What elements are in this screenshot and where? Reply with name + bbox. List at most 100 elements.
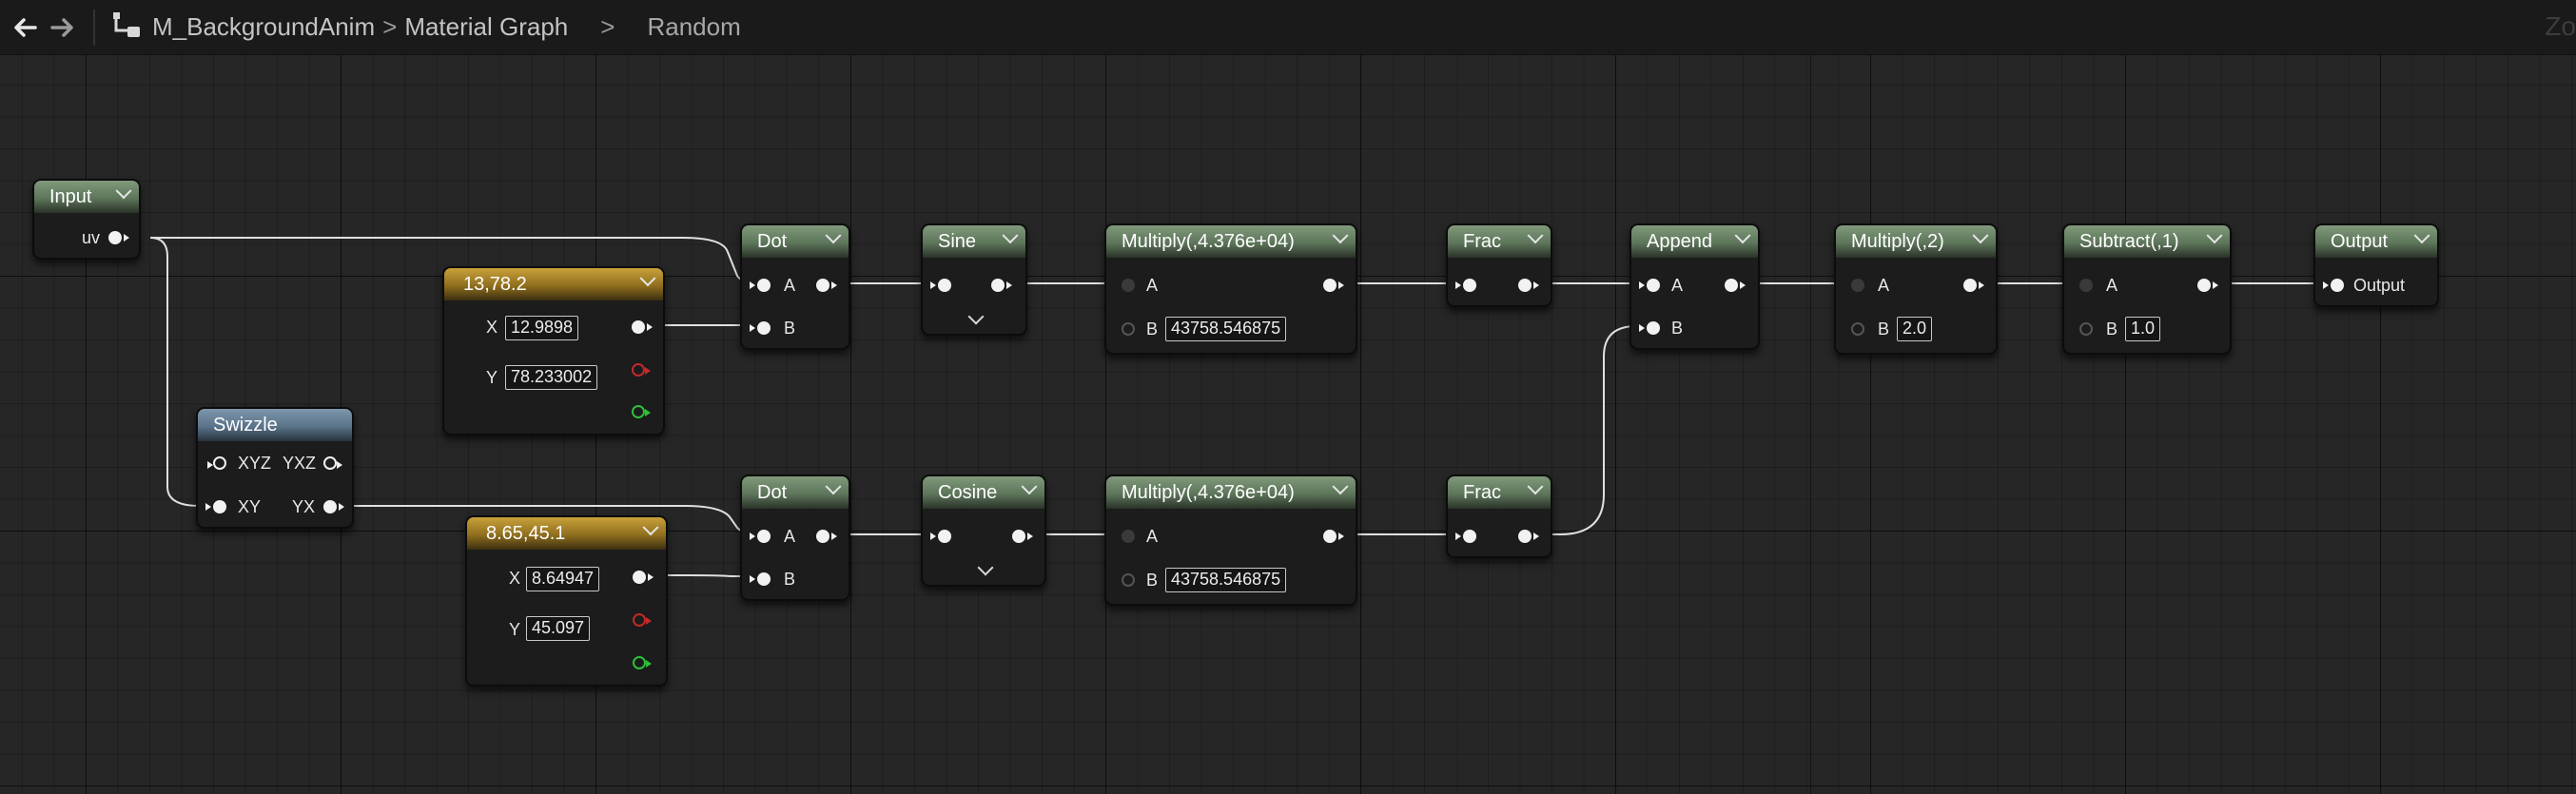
node-header[interactable]: Append bbox=[1631, 225, 1758, 258]
input-pin-b[interactable] bbox=[750, 572, 771, 586]
b-value-field[interactable]: 2.0 bbox=[1897, 317, 1933, 341]
expand-chevron-icon[interactable] bbox=[977, 559, 994, 576]
b-value-field[interactable]: 1.0 bbox=[2125, 317, 2161, 341]
input-pin-a[interactable] bbox=[1851, 279, 1864, 292]
chevron-down-icon[interactable] bbox=[825, 478, 842, 495]
constant2vector-node[interactable]: 8.65,45.1 X 8.64947 Y 45.097 bbox=[465, 515, 668, 687]
chevron-down-icon[interactable] bbox=[1332, 227, 1349, 244]
chevron-down-icon[interactable] bbox=[639, 270, 656, 287]
constant2vector-node[interactable]: 13,78.2 X 12.9898 Y 78.233002 bbox=[442, 266, 665, 436]
input-pin[interactable] bbox=[205, 500, 226, 513]
multiply-node[interactable]: Multiply(,4.376e+04) A B 43758.546875 bbox=[1104, 223, 1357, 355]
input-pin-a[interactable] bbox=[2079, 279, 2093, 292]
output-pin[interactable] bbox=[633, 571, 654, 584]
input-pin-b[interactable] bbox=[1639, 321, 1660, 335]
output-pin[interactable] bbox=[323, 456, 342, 470]
output-node[interactable]: Output Output bbox=[2313, 223, 2439, 307]
node-header[interactable]: Multiply(,2) bbox=[1836, 225, 1996, 258]
chevron-down-icon[interactable] bbox=[1734, 227, 1751, 244]
chevron-down-icon[interactable] bbox=[1002, 227, 1019, 244]
y-value-field[interactable]: 78.233002 bbox=[505, 365, 598, 390]
output-pin[interactable] bbox=[2197, 279, 2218, 292]
node-header[interactable]: Subtract(,1) bbox=[2064, 225, 2230, 258]
input-pin-a[interactable] bbox=[1122, 279, 1135, 292]
subtract-node[interactable]: Subtract(,1) A B 1.0 bbox=[2062, 223, 2232, 355]
append-node[interactable]: Append A B bbox=[1630, 223, 1760, 350]
input-node[interactable]: Input uv bbox=[32, 179, 141, 260]
node-header[interactable]: Sine bbox=[923, 225, 1025, 258]
output-pin[interactable] bbox=[1323, 530, 1344, 543]
forward-button[interactable] bbox=[44, 0, 82, 55]
output-pin[interactable] bbox=[1725, 279, 1746, 292]
multiply-node[interactable]: Multiply(,2) A B 2.0 bbox=[1834, 223, 1998, 355]
output-pin[interactable] bbox=[816, 279, 837, 292]
node-header[interactable]: Swizzle bbox=[198, 409, 352, 441]
node-header[interactable]: Frac bbox=[1448, 225, 1551, 258]
input-pin[interactable] bbox=[207, 456, 226, 470]
chevron-down-icon[interactable] bbox=[2206, 227, 2223, 244]
node-header[interactable]: 8.65,45.1 bbox=[467, 517, 666, 550]
output-pin-r[interactable] bbox=[632, 363, 651, 377]
node-header[interactable]: Output bbox=[2315, 225, 2437, 258]
input-pin-b[interactable] bbox=[2079, 322, 2093, 336]
node-header[interactable]: Multiply(,4.376e+04) bbox=[1106, 476, 1356, 509]
output-pin-g[interactable] bbox=[632, 405, 651, 418]
dot-node[interactable]: Dot A B bbox=[740, 474, 850, 601]
chevron-down-icon[interactable] bbox=[2413, 227, 2430, 244]
output-pin-r[interactable] bbox=[633, 613, 652, 627]
sine-node[interactable]: Sine bbox=[921, 223, 1027, 336]
chevron-down-icon[interactable] bbox=[642, 519, 659, 536]
input-pin[interactable] bbox=[1455, 530, 1476, 543]
chevron-down-icon[interactable] bbox=[1972, 227, 1989, 244]
expand-chevron-icon[interactable] bbox=[967, 308, 985, 325]
output-pin[interactable] bbox=[991, 279, 1012, 292]
input-pin[interactable] bbox=[2323, 279, 2344, 292]
output-pin[interactable] bbox=[1963, 279, 1984, 292]
input-pin-b[interactable] bbox=[1122, 322, 1135, 336]
output-pin[interactable] bbox=[1518, 530, 1539, 543]
cosine-node[interactable]: Cosine bbox=[921, 474, 1046, 587]
frac-node[interactable]: Frac bbox=[1446, 474, 1552, 558]
input-pin-a[interactable] bbox=[1122, 530, 1135, 543]
node-header[interactable]: Multiply(,4.376e+04) bbox=[1106, 225, 1356, 258]
y-value-field[interactable]: 45.097 bbox=[526, 616, 591, 641]
node-header[interactable]: Frac bbox=[1448, 476, 1551, 509]
b-value-field[interactable]: 43758.546875 bbox=[1165, 568, 1287, 592]
swizzle-node[interactable]: Swizzle XYZ YXZ XY YX bbox=[196, 407, 354, 529]
multiply-node[interactable]: Multiply(,4.376e+04) A B 43758.546875 bbox=[1104, 474, 1357, 606]
output-pin[interactable] bbox=[816, 530, 837, 543]
back-button[interactable] bbox=[6, 0, 44, 55]
input-pin-b[interactable] bbox=[750, 321, 771, 335]
chevron-down-icon[interactable] bbox=[115, 183, 132, 200]
output-pin[interactable] bbox=[1323, 279, 1344, 292]
output-pin[interactable] bbox=[1518, 279, 1539, 292]
input-pin-b[interactable] bbox=[1851, 322, 1864, 336]
dot-node[interactable]: Dot A B bbox=[740, 223, 850, 350]
node-header[interactable]: Dot bbox=[742, 225, 849, 258]
chevron-down-icon[interactable] bbox=[1021, 478, 1038, 495]
output-pin[interactable] bbox=[108, 231, 129, 244]
input-pin-a[interactable] bbox=[750, 279, 771, 292]
node-header[interactable]: Cosine bbox=[923, 476, 1044, 509]
output-pin-g[interactable] bbox=[633, 656, 652, 669]
output-pin[interactable] bbox=[323, 500, 344, 513]
chevron-down-icon[interactable] bbox=[1527, 478, 1544, 495]
node-header[interactable]: Dot bbox=[742, 476, 849, 509]
input-pin-a[interactable] bbox=[750, 530, 771, 543]
breadcrumb-graph[interactable]: Material Graph bbox=[404, 12, 568, 42]
chevron-down-icon[interactable] bbox=[1332, 478, 1349, 495]
input-pin-b[interactable] bbox=[1122, 573, 1135, 587]
chevron-down-icon[interactable] bbox=[825, 227, 842, 244]
input-pin[interactable] bbox=[930, 279, 951, 292]
frac-node[interactable]: Frac bbox=[1446, 223, 1552, 307]
breadcrumb-asset[interactable]: M_BackgroundAnim bbox=[152, 12, 375, 42]
input-pin[interactable] bbox=[930, 530, 951, 543]
output-pin[interactable] bbox=[1012, 530, 1033, 543]
x-value-field[interactable]: 12.9898 bbox=[505, 316, 579, 340]
output-pin[interactable] bbox=[632, 320, 653, 334]
chevron-down-icon[interactable] bbox=[1527, 227, 1544, 244]
node-header[interactable]: Input bbox=[34, 181, 139, 213]
b-value-field[interactable]: 43758.546875 bbox=[1165, 317, 1287, 341]
input-pin[interactable] bbox=[1455, 279, 1476, 292]
input-pin-a[interactable] bbox=[1639, 279, 1660, 292]
